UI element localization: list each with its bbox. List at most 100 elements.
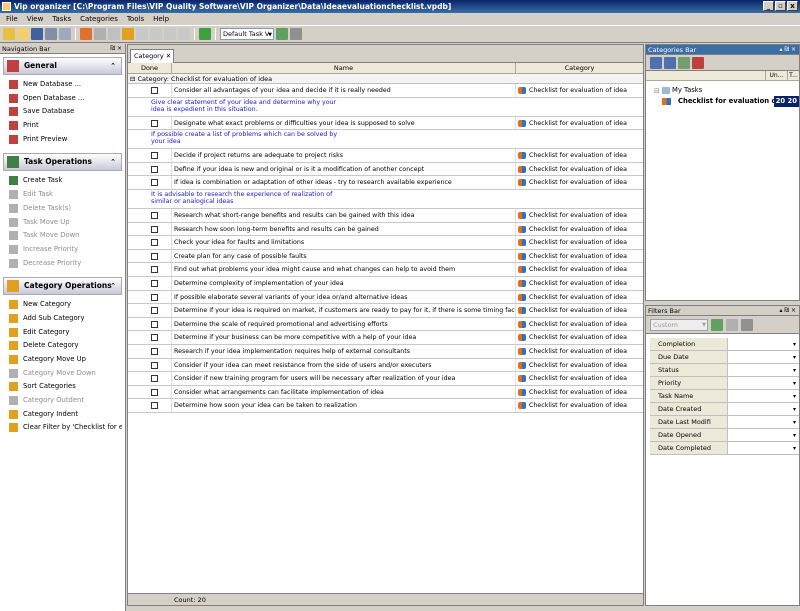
nav-item[interactable]: Task Move Up [3,216,122,230]
filter-row[interactable]: Date Opened [650,429,799,442]
task-name[interactable]: Research if your idea implementation req… [172,344,516,358]
tree-node-my-tasks[interactable]: ⊟ My Tasks [652,85,799,96]
done-checkbox[interactable] [151,179,158,187]
menu-tasks[interactable]: Tasks [52,15,71,23]
nav-item[interactable]: Task Move Down [3,229,122,243]
apply-view-icon[interactable] [276,28,288,40]
filter-value-select[interactable] [728,338,799,351]
menu-file[interactable]: File [6,15,18,23]
done-checkbox[interactable] [151,375,158,383]
open-folder-icon[interactable] [17,28,29,40]
nav-item[interactable]: Category Move Up [3,353,122,367]
task-name[interactable]: If idea is combination or adaptation of … [172,176,516,189]
task-name[interactable]: Research what short-range benefits and r… [172,208,516,222]
table-row[interactable]: Research what short-range benefits and r… [128,208,643,223]
task-name[interactable]: Consider all advantages of your idea and… [172,84,516,97]
filter-row[interactable]: Completion [650,338,799,351]
increase-priority-icon[interactable] [164,28,176,40]
task-name[interactable]: Check your idea for faults and limitatio… [172,236,516,249]
filter-value-select[interactable] [728,390,799,403]
nav-item[interactable]: Category Move Down [3,367,122,381]
table-row[interactable]: If idea is combination or adaptation of … [128,176,643,190]
column-name[interactable]: Name [172,63,516,73]
filter-row[interactable]: Date Completed [650,442,799,455]
task-name[interactable]: Designate what exact problems or difficu… [172,116,516,130]
remove-category-icon[interactable] [692,56,704,69]
table-row[interactable]: Consider if your idea can meet resistanc… [128,358,643,373]
nav-item[interactable]: Print Preview [3,133,122,147]
nav-item[interactable]: Create Task [3,174,122,188]
create-task-icon[interactable] [80,28,92,40]
filter-row[interactable]: Status [650,364,799,377]
group-row[interactable]: ⊟ Category: Checklist for evaluation of … [128,74,643,84]
table-row[interactable]: Research how soon long-term benefits and… [128,222,643,237]
filter-value-select[interactable] [728,377,799,390]
table-row[interactable]: Research if your idea implementation req… [128,344,643,359]
column-category[interactable]: Category [516,63,643,73]
table-row[interactable]: If possible elaborate several variants o… [128,290,643,305]
done-checkbox[interactable] [151,239,158,247]
nav-item[interactable]: Add Sub Category [3,312,122,326]
filter-row[interactable]: Priority [650,377,799,390]
delete-task-icon[interactable] [108,28,120,40]
nav-item[interactable]: Sort Categories [3,380,122,394]
task-name[interactable]: Consider if new training program for use… [172,372,516,385]
done-checkbox[interactable] [151,279,158,287]
task-name[interactable]: Decide if project returns are adequate t… [172,149,516,162]
collapse-icon[interactable]: ⌃ [110,58,116,74]
delete-filter-icon[interactable] [741,318,753,331]
table-row[interactable]: Decide if project returns are adequate t… [128,149,643,163]
decrease-priority-icon[interactable] [178,28,190,40]
task-name[interactable]: Consider what arrangements can facilitat… [172,385,516,399]
task-name[interactable]: Determine the scale of required promotio… [172,317,516,331]
nav-item[interactable]: Edit Task [3,188,122,202]
nav-section-header[interactable]: Category Operations ⌃ [3,277,122,296]
nav-item[interactable]: Category Indent [3,408,122,422]
menu-tools[interactable]: Tools [127,15,144,23]
add-subcategory-icon[interactable] [664,56,676,69]
done-checkbox[interactable] [151,211,158,219]
filter-row[interactable]: Task Name [650,390,799,403]
filter-value-select[interactable] [728,442,799,455]
task-name[interactable]: Determine how soon your idea can be take… [172,399,516,412]
done-checkbox[interactable] [151,252,158,260]
nav-item[interactable]: Delete Category [3,339,122,353]
panel-controls[interactable]: ▴ ₪ × [779,45,796,55]
print-icon[interactable] [45,28,57,40]
panel-controls[interactable]: ▴ ₪ × [779,306,796,316]
delete-view-icon[interactable] [290,28,302,40]
nav-section-header[interactable]: General ⌃ [3,57,122,75]
done-checkbox[interactable] [151,87,158,94]
nav-item[interactable]: Edit Category [3,326,122,340]
collapse-icon[interactable]: ⌃ [110,278,116,294]
done-checkbox[interactable] [151,334,158,342]
column-done[interactable]: Done [128,63,172,73]
filter-row[interactable]: Date Created [650,403,799,416]
table-row[interactable]: Define if your idea is new and original … [128,162,643,177]
nav-item[interactable]: Decrease Priority [3,257,122,271]
maximize-button[interactable]: ▫ [775,1,786,11]
print-preview-icon[interactable] [59,28,71,40]
done-checkbox[interactable] [151,402,158,410]
filter-value-select[interactable] [728,416,799,429]
table-row[interactable]: Determine the scale of required promotio… [128,317,643,332]
menu-view[interactable]: View [27,15,44,23]
filter-value-select[interactable] [728,351,799,364]
filter-value-select[interactable] [728,403,799,416]
task-name[interactable]: Determine complexity of implementation o… [172,276,516,290]
task-name[interactable]: Consider if your idea can meet resistanc… [172,358,516,372]
done-checkbox[interactable] [151,266,158,274]
done-checkbox[interactable] [151,388,158,396]
done-checkbox[interactable] [151,119,158,127]
done-checkbox[interactable] [151,347,158,355]
close-button[interactable]: x [787,1,798,11]
menu-categories[interactable]: Categories [80,15,118,23]
task-name[interactable]: If possible elaborate several variants o… [172,290,516,304]
filter-icon[interactable] [199,28,211,40]
done-checkbox[interactable] [151,152,158,160]
clear-filter-icon[interactable] [726,318,738,331]
table-row[interactable]: Determine how soon your idea can be take… [128,399,643,413]
table-row[interactable]: Consider if new training program for use… [128,372,643,386]
filter-value-select[interactable] [728,364,799,377]
filter-value-select[interactable] [728,429,799,442]
